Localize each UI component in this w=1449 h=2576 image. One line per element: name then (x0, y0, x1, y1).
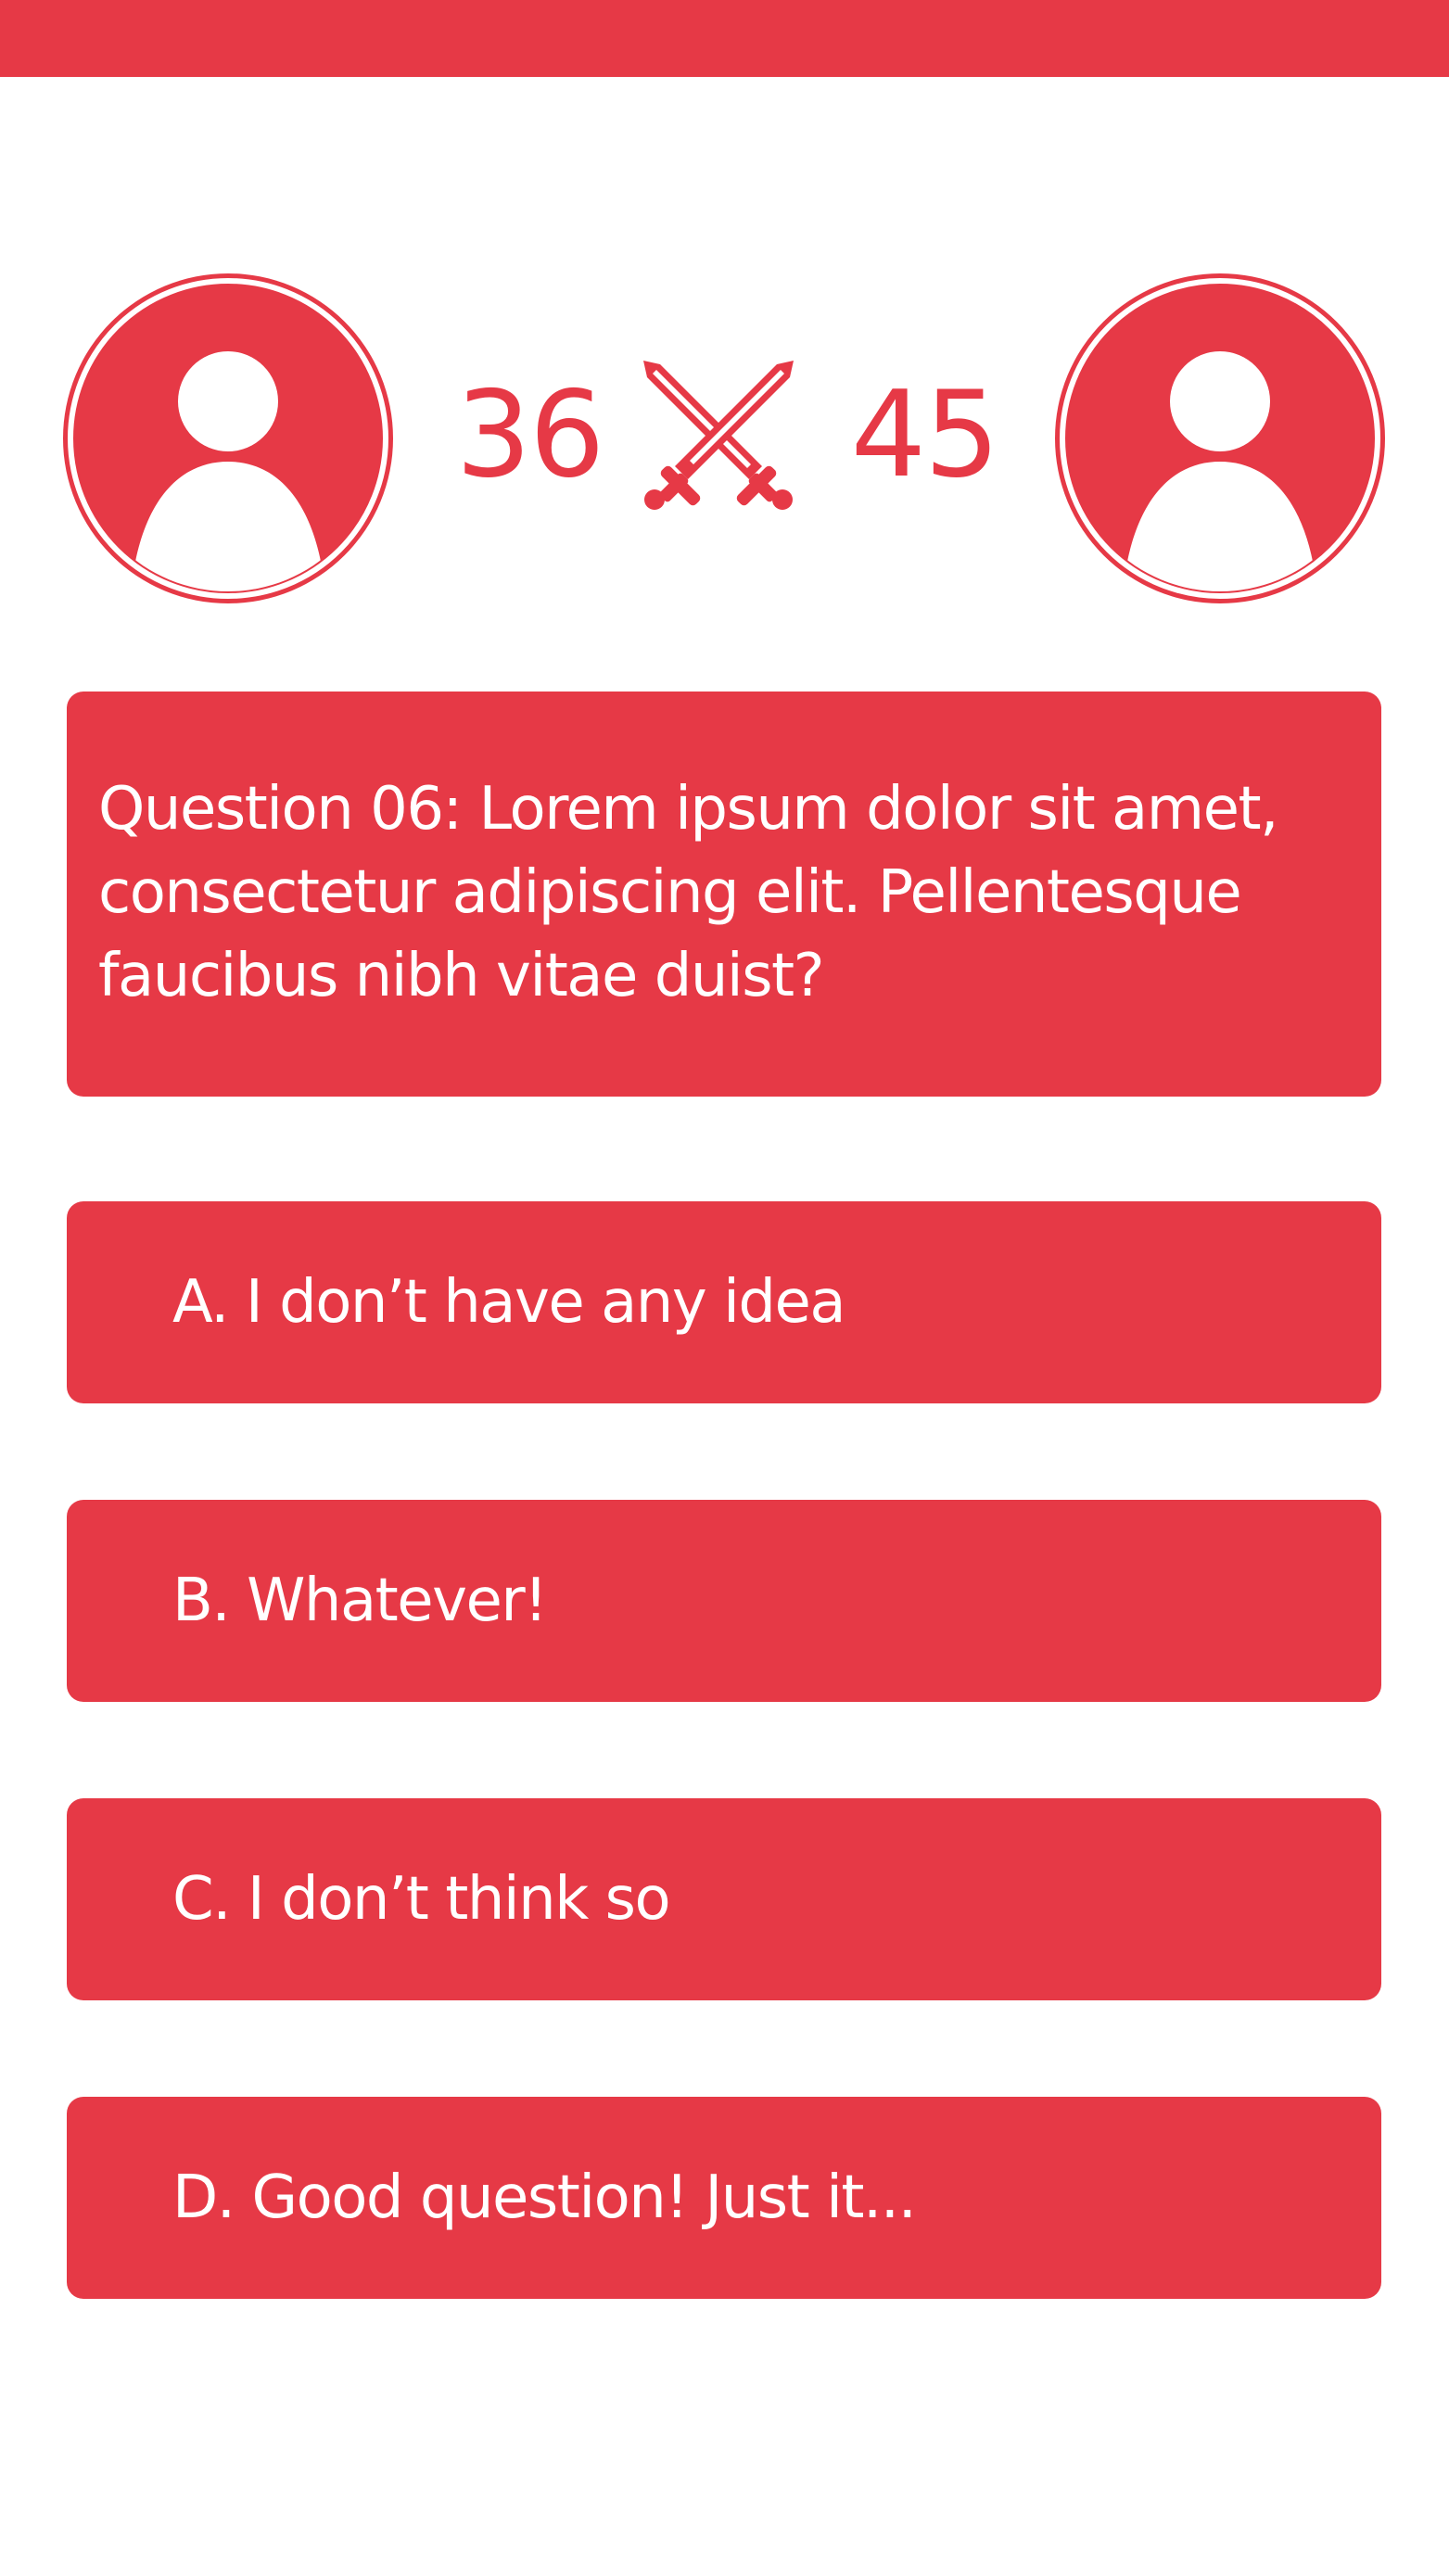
answer-option-c[interactable]: C. I don’t think so (67, 1798, 1381, 2000)
answer-label: A. I don’t have any idea (172, 1268, 846, 1337)
crossed-swords-icon (640, 357, 797, 514)
answer-label: D. Good question! Just it... (172, 2164, 917, 2232)
user-avatar-icon (63, 273, 393, 603)
player-right-score: 45 (850, 366, 1000, 504)
answer-label: C. I don’t think so (172, 1865, 671, 1934)
answer-option-b[interactable]: B. Whatever! (67, 1500, 1381, 1702)
user-avatar-icon (1055, 273, 1385, 603)
player-right-avatar[interactable] (1053, 272, 1387, 605)
question-text: Question 06: Lorem ipsum dolor sit amet,… (98, 775, 1278, 1010)
player-left-avatar[interactable] (61, 272, 395, 605)
answer-option-a[interactable]: A. I don’t have any idea (67, 1201, 1381, 1403)
player-left-score: 36 (455, 366, 605, 504)
answer-label: B. Whatever! (172, 1567, 548, 1635)
answer-option-d[interactable]: D. Good question! Just it... (67, 2097, 1381, 2299)
question-card: Question 06: Lorem ipsum dolor sit amet,… (67, 692, 1381, 1097)
top-bar (0, 0, 1449, 77)
